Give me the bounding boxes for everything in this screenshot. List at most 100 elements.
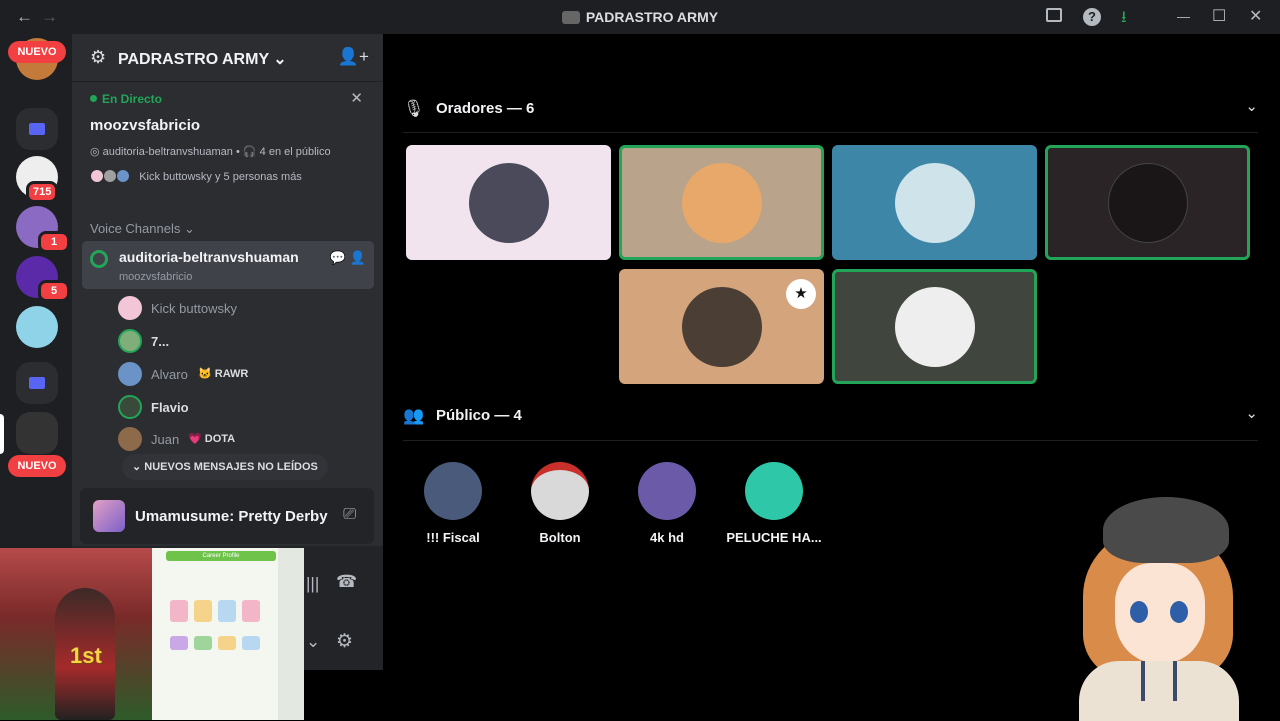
new-messages-banner[interactable]: ⌄ NUEVOS MENSAJES NO LEÍDOS xyxy=(122,454,328,480)
microphone-icon: 🎙 xyxy=(403,99,425,118)
server-folder-2[interactable] xyxy=(16,362,58,404)
game-icon xyxy=(93,500,125,532)
voice-channel-topic: moozvsfabricio xyxy=(119,271,193,283)
invite-people-icon[interactable]: 👤+ xyxy=(338,47,369,67)
cat-icon: 🐱 xyxy=(198,368,212,380)
activity-name: Umamusume: Pretty Derby xyxy=(135,508,328,525)
stage-channel-icon xyxy=(90,250,108,268)
game-card xyxy=(194,636,212,650)
stage-channel-icon: ◎ xyxy=(90,146,100,158)
audience-member[interactable]: Bolton xyxy=(500,462,620,545)
help-icon[interactable]: ? xyxy=(1083,8,1101,26)
vtuber-collar xyxy=(1141,661,1177,701)
member-name: Alvaro xyxy=(151,367,188,382)
avatar xyxy=(531,462,589,520)
share-screen-icon[interactable]: ⎚ xyxy=(343,506,356,524)
avatar xyxy=(118,362,142,386)
title-bar: ← → PADRASTRO ARMY ? ⭳ — ☐ ✕ xyxy=(0,0,1280,34)
stage-audience-count: 4 en el público xyxy=(259,146,331,158)
vtuber-eye xyxy=(1130,601,1148,623)
audience-name: Bolton xyxy=(539,530,581,545)
chevron-down-icon[interactable]: ⌄ xyxy=(306,632,320,652)
download-icon[interactable]: ⭳ xyxy=(1121,6,1127,33)
member-tag: 🐱 RAWR xyxy=(198,367,248,380)
game-card xyxy=(218,600,236,622)
stage-title[interactable]: moozvsfabricio xyxy=(90,117,200,134)
divider xyxy=(403,132,1258,133)
member-tag: 💗 DOTA xyxy=(188,432,235,445)
divider xyxy=(403,440,1258,441)
server-folder-1[interactable] xyxy=(16,108,58,150)
avatar xyxy=(103,169,118,183)
speaker-tile[interactable] xyxy=(1045,145,1250,260)
stage-channel-name: auditoria-beltranvshuaman xyxy=(102,146,233,158)
game-card xyxy=(218,636,236,650)
speakers-header[interactable]: 🎙 Oradores — 6 ⌄ xyxy=(403,97,1258,121)
mention-badge-1: 715 xyxy=(26,181,59,203)
avatar xyxy=(894,286,975,367)
audience-member[interactable]: PELUCHE HA... xyxy=(714,462,834,545)
member-tag-text: DOTA xyxy=(204,433,236,445)
vtuber-avatar-overlay xyxy=(1075,493,1245,721)
avatar xyxy=(116,169,131,183)
server-name: PADRASTRO ARMY ⌄ xyxy=(118,49,287,69)
member-name: Flavio xyxy=(151,400,189,415)
avatar xyxy=(638,462,696,520)
inbox-icon[interactable] xyxy=(1046,8,1062,22)
help-glyph: ? xyxy=(1083,8,1101,26)
voice-channel-name: auditoria-beltranvshuaman xyxy=(119,249,299,265)
avatar xyxy=(118,427,142,451)
headphones-icon: 🎧 xyxy=(242,146,257,158)
audience-name: !!! Fiscal xyxy=(426,530,480,545)
invite-to-channel-icon[interactable]: 👤 xyxy=(350,250,366,266)
disconnect-icon[interactable]: ☎ xyxy=(336,572,357,592)
speaker-tile[interactable]: ★ xyxy=(619,269,824,384)
server-icon-4[interactable] xyxy=(16,306,58,348)
avatar xyxy=(424,462,482,520)
dismiss-live-icon[interactable]: ✕ xyxy=(350,89,363,107)
new-badge-bottom[interactable]: NUEVO xyxy=(8,455,66,477)
live-indicator: En Directo xyxy=(90,92,162,106)
people-icon: 👥 xyxy=(403,406,425,425)
voice-channel-auditoria[interactable]: auditoria-beltranvshuaman moozvsfabricio… xyxy=(82,241,374,289)
chevron-down-icon[interactable]: ⌄ xyxy=(1245,97,1258,115)
speaker-tile[interactable] xyxy=(619,145,824,260)
audience-title: Público — 4 xyxy=(436,407,522,424)
audience-member[interactable]: !!! Fiscal xyxy=(393,462,513,545)
activity-panel[interactable]: Umamusume: Pretty Derby ⎚ xyxy=(80,488,374,544)
server-settings-icon: ⚙ xyxy=(90,47,107,67)
minimize-button[interactable]: — xyxy=(1177,9,1190,24)
game-card xyxy=(170,636,188,650)
avatar xyxy=(894,162,975,243)
settings-gear-icon[interactable]: ⚙ xyxy=(336,630,353,653)
stage-participants: Kick buttowsky y 5 personas más xyxy=(90,169,302,183)
close-button[interactable]: ✕ xyxy=(1249,6,1262,26)
chevron-down-icon: ⌄ xyxy=(273,51,287,68)
window-title-text: PADRASTRO ARMY xyxy=(585,9,719,25)
avatar xyxy=(118,296,142,320)
sound-bars-icon[interactable]: ||| xyxy=(306,574,319,594)
audience-member[interactable]: 4k hd xyxy=(607,462,727,545)
avatar xyxy=(118,329,142,353)
server-icon xyxy=(561,11,580,24)
vtuber-eye xyxy=(1170,601,1188,623)
audience-header[interactable]: 👥 Público — 4 ⌄ xyxy=(403,404,1258,428)
voice-channels-category[interactable]: Voice Channels ⌄ xyxy=(90,221,195,237)
audience-name: PELUCHE HA... xyxy=(726,530,822,545)
speaker-tile[interactable] xyxy=(832,145,1037,260)
game-capture-overlay: 1st Career Profile xyxy=(0,548,304,720)
speaker-tile[interactable] xyxy=(406,145,611,260)
server-name-text: PADRASTRO ARMY xyxy=(118,51,269,68)
stage-meta: ◎ auditoria-beltranvshuaman • 🎧 4 en el … xyxy=(90,146,331,158)
server-icon-padrastro-army[interactable] xyxy=(16,412,58,454)
new-badge-top[interactable]: NUEVO xyxy=(8,41,66,63)
maximize-button[interactable]: ☐ xyxy=(1212,6,1226,26)
avatar xyxy=(90,169,104,183)
mention-badge-2: 1 xyxy=(38,231,70,253)
speaker-tile[interactable] xyxy=(832,269,1037,384)
chevron-down-icon[interactable]: ⌄ xyxy=(1245,404,1258,422)
selected-server-indicator xyxy=(0,414,4,454)
game-side-menu xyxy=(278,548,304,720)
chat-bubble-icon[interactable]: 💬 xyxy=(330,250,346,266)
server-header[interactable]: ⚙ PADRASTRO ARMY ⌄ 👤+ xyxy=(72,34,383,82)
